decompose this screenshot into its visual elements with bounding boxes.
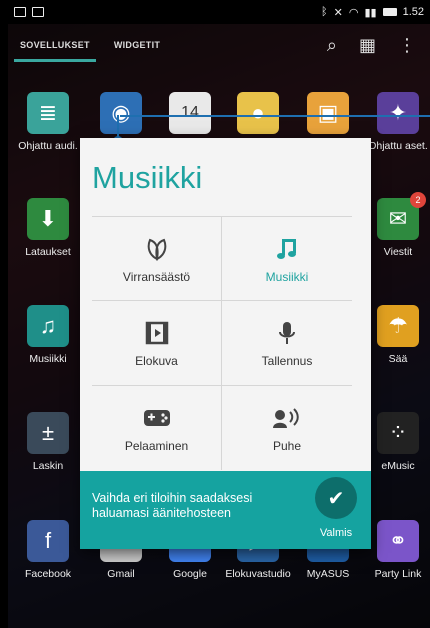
audio-mode-dialog: Musiikki Virransäästö Musiikki Elokuva T… [80, 138, 371, 549]
hint-text: Vaihda eri tiloihin saadaksesi haluamasi… [92, 491, 253, 520]
app-12[interactable]: f Facebook [8, 520, 88, 580]
tab-sovellukset[interactable]: SOVELLUKSET [8, 24, 102, 66]
done-label: Valmis [319, 527, 353, 539]
mode-virransaasto[interactable]: Virransäästö [92, 217, 222, 302]
mode-label: Elokuva [135, 353, 178, 368]
app-label: Facebook [24, 568, 72, 580]
gamepad-icon [141, 403, 173, 433]
app-label: Party Link [374, 568, 422, 580]
calculator-icon: ± [27, 412, 69, 454]
status-bar: ᛒ ✕ ◠ ▮▮ 1.52 [8, 0, 430, 24]
speaker-voice-icon [271, 403, 303, 433]
notification-icon [14, 7, 26, 17]
mode-puhe[interactable]: Puhe [222, 386, 352, 470]
calendar-icon: 14 [169, 92, 211, 134]
tab-widgetit[interactable]: WIDGETIT [102, 24, 172, 66]
mode-elokuva[interactable]: Elokuva [92, 301, 222, 386]
mute-icon: ✕ [333, 6, 343, 19]
overflow-menu-icon[interactable]: ⋮ [398, 35, 416, 56]
weather-icon: ☂ [377, 305, 419, 347]
mode-tallennus[interactable]: Tallennus [222, 301, 352, 386]
app-0[interactable]: ≣ Ohjattu audi. [8, 92, 88, 152]
app-label: Elokuvastudio [225, 568, 291, 580]
dialog-title: Musiikki [92, 160, 203, 195]
image-notification-icon [32, 7, 44, 17]
pointer-line [120, 115, 430, 117]
screen: ᛒ ✕ ◠ ▮▮ 1.52 SOVELLUKSET WIDGETIT ⌕ ▦ ⋮… [8, 0, 430, 628]
search-icon[interactable]: ⌕ [327, 35, 337, 56]
leaf-icon [143, 234, 171, 264]
equalizer-icon: ≣ [27, 92, 69, 134]
app-label: Laskin [32, 460, 64, 472]
mode-label: Tallennus [261, 353, 313, 368]
dialog-footer: Vaihda eri tiloihin saadaksesi haluamasi… [80, 471, 371, 549]
signal-icon: ▮▮ [364, 6, 377, 19]
mode-label: Musiikki [265, 269, 309, 284]
mode-grid: Virransäästö Musiikki Elokuva Tallennus [92, 216, 352, 470]
app-drawer-toolbar: SOVELLUKSET WIDGETIT ⌕ ▦ ⋮ [8, 24, 430, 66]
mode-label: Pelaaminen [124, 438, 189, 453]
mode-musiikki[interactable]: Musiikki [222, 217, 352, 302]
app-label: Ohjattu audi. [18, 140, 78, 152]
facebook-icon: f [27, 520, 69, 562]
balloon-icon: ● [237, 92, 279, 134]
emusic-icon: ⁘ [377, 412, 419, 454]
music-icon: ♫ [27, 305, 69, 347]
mode-pelaaminen[interactable]: Pelaaminen [92, 385, 222, 470]
microphone-icon [273, 318, 301, 348]
app-8[interactable]: ♫ Musiikki [8, 305, 88, 365]
party-link-icon: ⚭ [377, 520, 419, 562]
download-icon: ⬇ [27, 198, 69, 240]
bluetooth-icon: ᛒ [321, 6, 328, 18]
app-label: Gmail [107, 568, 135, 580]
battery-icon [382, 8, 397, 16]
wifi-icon: ◠ [348, 6, 359, 19]
clock: 1.52 [402, 6, 424, 18]
gallery-icon: ▣ [307, 92, 349, 134]
app-label: Musiikki [29, 353, 67, 365]
mode-label: Virransäästö [122, 269, 191, 284]
done-button[interactable]: ✔ Valmis [313, 477, 359, 539]
app-label: MyASUS [306, 568, 350, 580]
app-label: Lataukset [25, 246, 71, 258]
music-note-icon [273, 234, 301, 264]
check-icon: ✔ [315, 477, 357, 519]
app-6[interactable]: ⬇ Lataukset [8, 198, 88, 258]
film-icon [143, 318, 171, 348]
mode-label: Puhe [272, 438, 302, 453]
camera-icon: ◉ [100, 92, 142, 134]
unread-badge: 2 [410, 192, 426, 208]
grid-menu-icon[interactable]: ▦ [359, 35, 376, 56]
setup-wizard-icon: ✦ [377, 92, 419, 134]
app-10[interactable]: ± Laskin [8, 412, 88, 472]
